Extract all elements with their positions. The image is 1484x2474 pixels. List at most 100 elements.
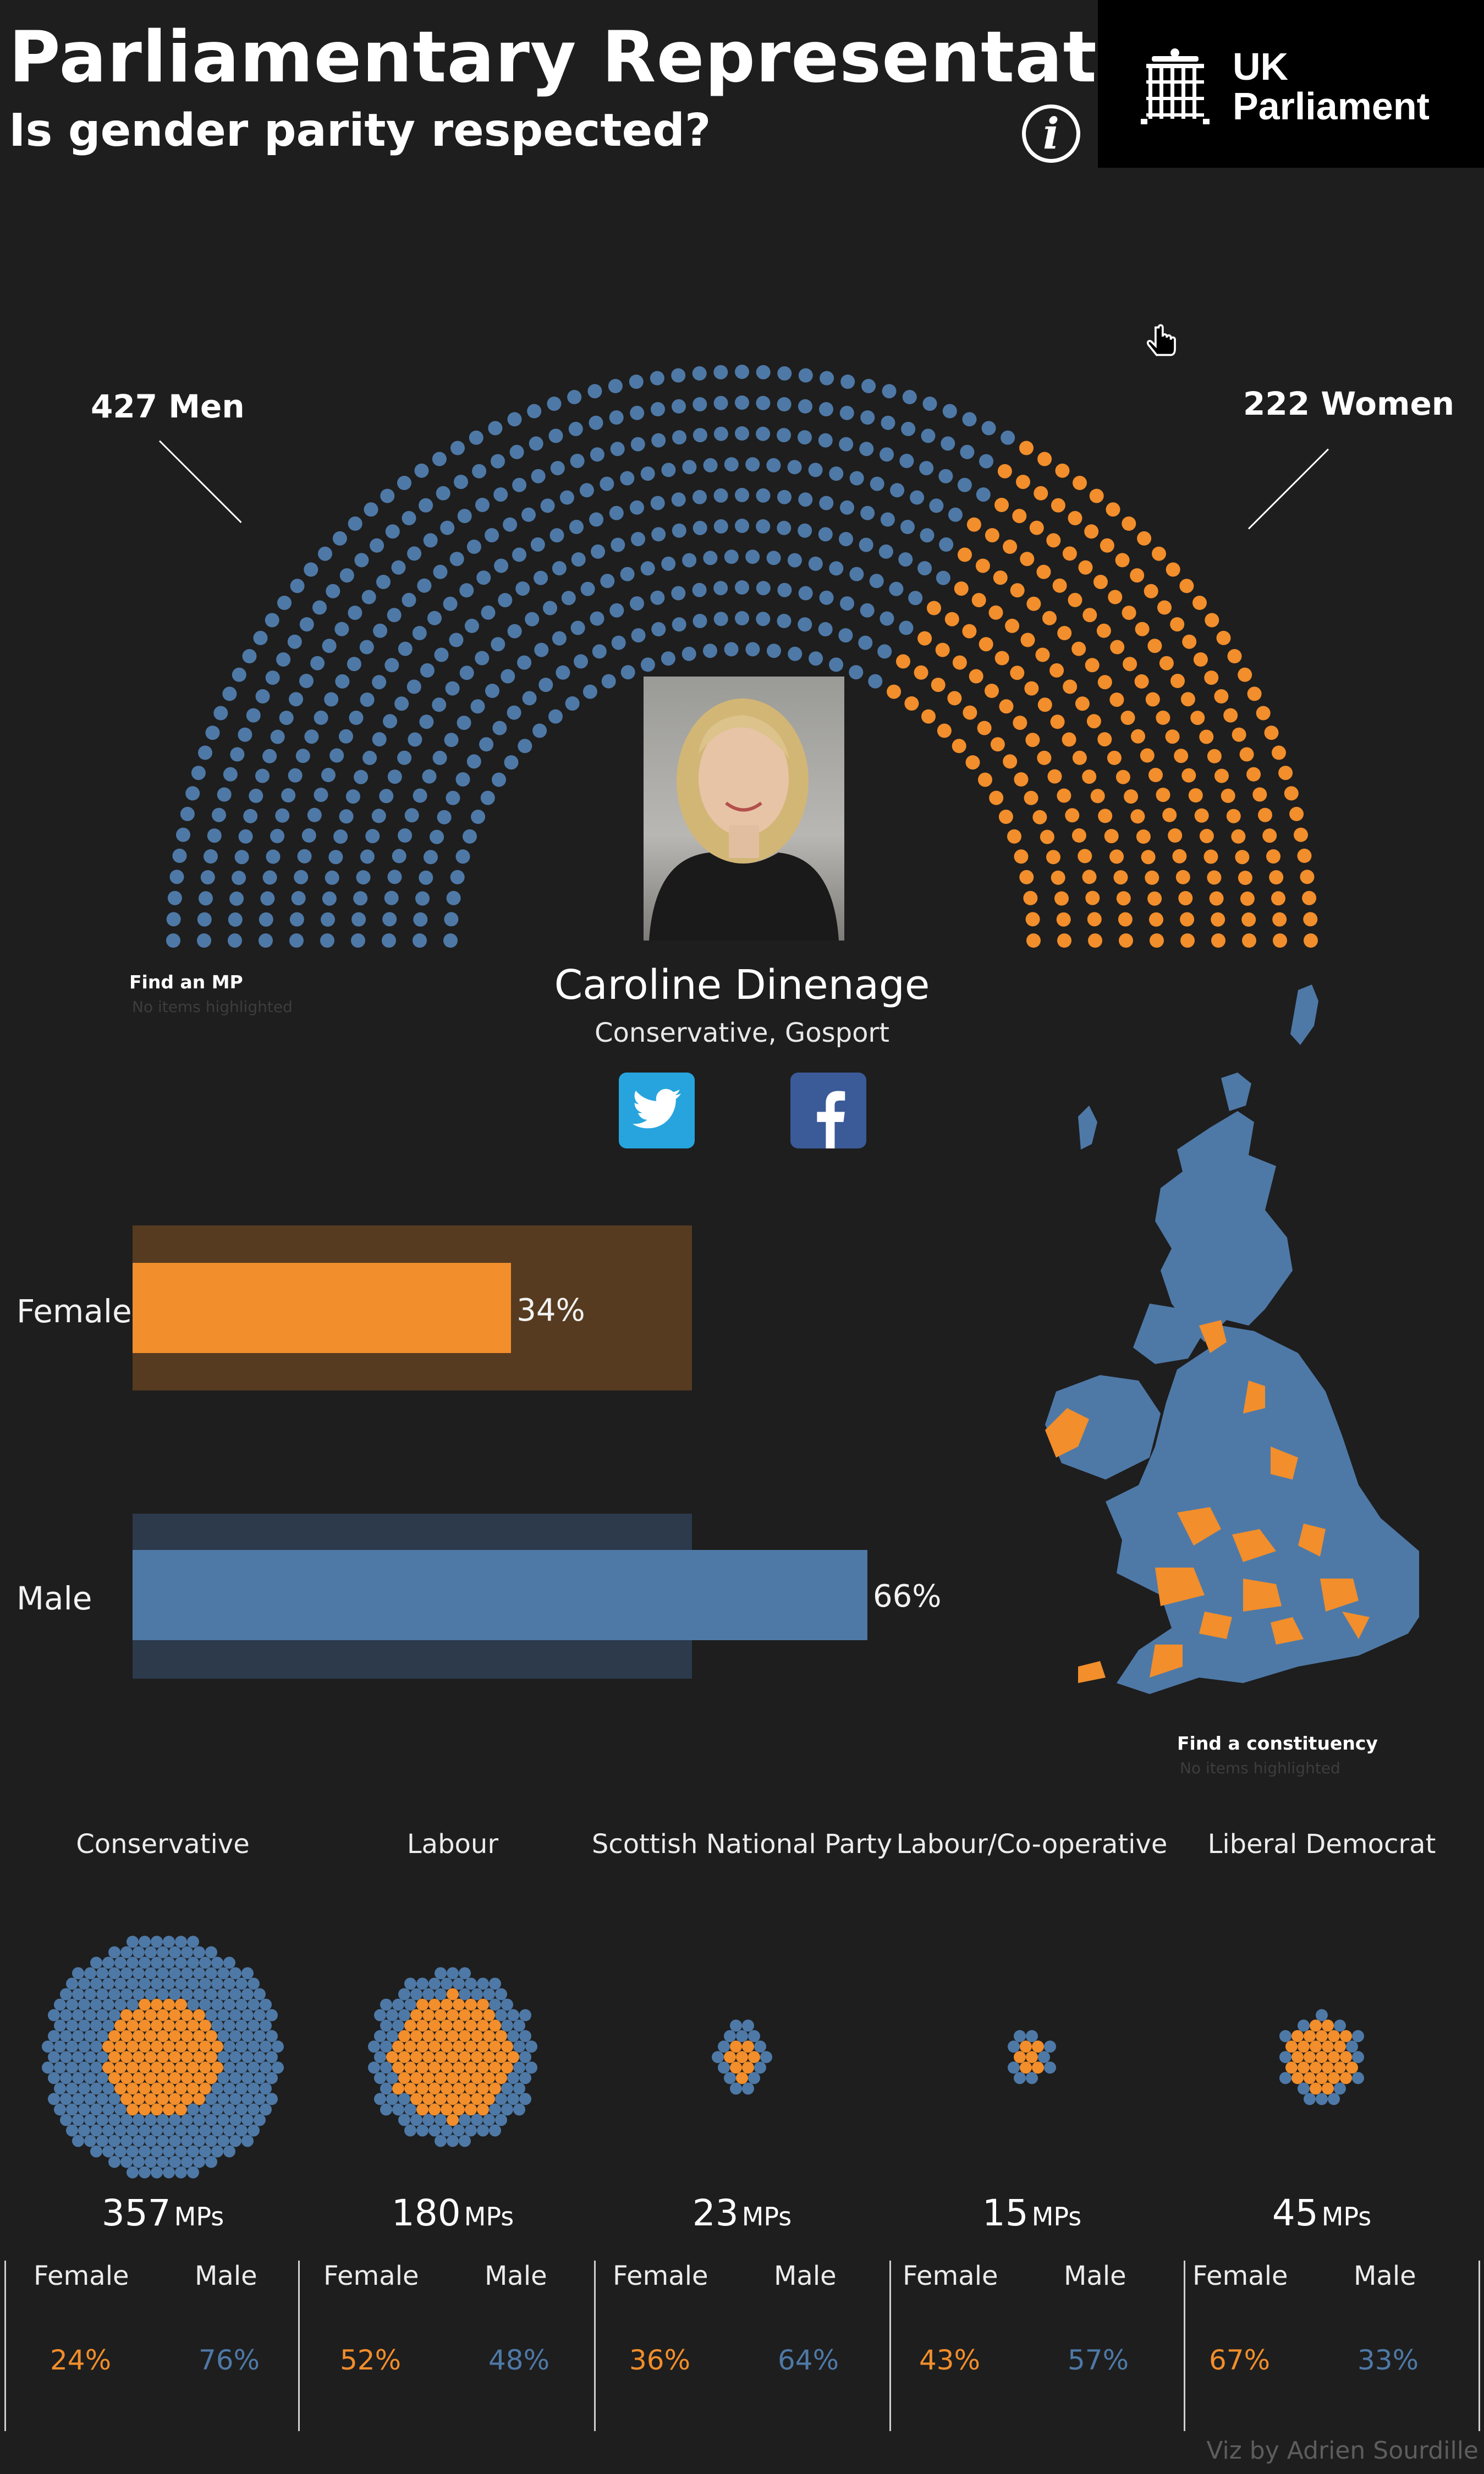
mp-dot-male[interactable] bbox=[127, 1956, 139, 1969]
mp-dot-female[interactable] bbox=[404, 2040, 416, 2053]
mp-dot-male[interactable] bbox=[1346, 2040, 1358, 2053]
seat-man[interactable] bbox=[479, 737, 494, 752]
seat-woman[interactable] bbox=[1166, 562, 1180, 577]
mp-dot-male[interactable] bbox=[435, 2114, 447, 2126]
seat-woman[interactable] bbox=[985, 684, 999, 698]
mp-dot-male[interactable] bbox=[525, 2061, 537, 2074]
seat-woman[interactable] bbox=[1049, 663, 1064, 678]
seat-man[interactable] bbox=[858, 635, 873, 650]
seat-woman[interactable] bbox=[1046, 533, 1061, 548]
mp-dot-male[interactable] bbox=[266, 2030, 278, 2042]
seat-woman[interactable] bbox=[1221, 788, 1235, 803]
seat-woman[interactable] bbox=[1062, 546, 1077, 561]
male-bar[interactable] bbox=[133, 1550, 867, 1640]
mp-dot-female[interactable] bbox=[199, 2082, 211, 2095]
seat-woman[interactable] bbox=[1199, 829, 1214, 843]
seat-man[interactable] bbox=[199, 891, 213, 906]
seat-man[interactable] bbox=[238, 727, 252, 742]
mp-dot-male[interactable] bbox=[96, 2030, 108, 2042]
seat-woman[interactable] bbox=[975, 558, 990, 573]
seat-man[interactable] bbox=[788, 646, 803, 661]
mp-dot-male[interactable] bbox=[60, 2030, 72, 2042]
mp-dot-male[interactable] bbox=[157, 1988, 169, 2000]
seat-woman[interactable] bbox=[1032, 810, 1047, 824]
seat-man[interactable] bbox=[777, 428, 792, 443]
seat-man[interactable] bbox=[877, 644, 892, 659]
seat-woman[interactable] bbox=[993, 570, 1008, 585]
seat-woman[interactable] bbox=[1273, 933, 1287, 948]
seat-woman[interactable] bbox=[1235, 850, 1250, 865]
mp-dot-male[interactable] bbox=[235, 2103, 248, 2116]
mp-dot-male[interactable] bbox=[223, 1998, 235, 2011]
seat-woman[interactable] bbox=[1170, 617, 1185, 632]
seat-woman[interactable] bbox=[1052, 578, 1067, 593]
seat-man[interactable] bbox=[424, 850, 438, 865]
seat-man[interactable] bbox=[556, 665, 570, 680]
seat-man[interactable] bbox=[415, 891, 430, 906]
mp-dot-male[interactable] bbox=[254, 2030, 266, 2042]
mp-dot-male[interactable] bbox=[205, 2009, 217, 2021]
seat-woman[interactable] bbox=[1144, 584, 1158, 598]
mp-dot-female[interactable] bbox=[398, 2051, 410, 2063]
seat-man[interactable] bbox=[262, 870, 277, 885]
mp-dot-male[interactable] bbox=[211, 2103, 223, 2116]
mp-dot-male[interactable] bbox=[229, 2114, 241, 2126]
mp-dot-female[interactable] bbox=[1340, 2072, 1352, 2085]
mp-dot-female[interactable] bbox=[392, 2061, 404, 2074]
mp-dot-male[interactable] bbox=[145, 2114, 157, 2126]
party-cluster[interactable] bbox=[299, 1903, 607, 2211]
mp-dot-male[interactable] bbox=[241, 2009, 254, 2021]
seat-man[interactable] bbox=[880, 447, 894, 462]
seat-man[interactable] bbox=[756, 395, 771, 410]
mp-dot-male[interactable] bbox=[435, 1988, 447, 2000]
seat-man[interactable] bbox=[631, 532, 645, 547]
find-constituency-search[interactable]: No items highlighted bbox=[1180, 1759, 1340, 1777]
mp-dot-male[interactable] bbox=[157, 2114, 169, 2126]
mp-dot-male[interactable] bbox=[60, 2093, 72, 2105]
seat-woman[interactable] bbox=[1003, 540, 1018, 554]
mp-dot-male[interactable] bbox=[187, 1936, 199, 1948]
mp-dot-female[interactable] bbox=[392, 2082, 404, 2095]
mp-dot-female[interactable] bbox=[157, 2072, 169, 2085]
seat-man[interactable] bbox=[222, 686, 237, 701]
mp-dot-male[interactable] bbox=[489, 2103, 501, 2116]
seat-man[interactable] bbox=[889, 581, 904, 596]
mp-dot-female[interactable] bbox=[1322, 2082, 1334, 2095]
seat-man[interactable] bbox=[870, 476, 884, 491]
mp-dot-female[interactable] bbox=[193, 2009, 205, 2021]
mp-dot-male[interactable] bbox=[193, 1967, 205, 1980]
mp-dot-female[interactable] bbox=[181, 2051, 193, 2063]
mp-dot-male[interactable] bbox=[96, 2009, 108, 2021]
mp-dot-female[interactable] bbox=[386, 2051, 398, 2063]
seat-man[interactable] bbox=[259, 912, 273, 927]
mp-dot-male[interactable] bbox=[260, 1998, 272, 2011]
seat-man[interactable] bbox=[427, 611, 442, 625]
seat-woman[interactable] bbox=[990, 737, 1005, 752]
mp-dot-male[interactable] bbox=[102, 1998, 114, 2011]
seat-man[interactable] bbox=[580, 581, 595, 596]
seat-man[interactable] bbox=[650, 496, 665, 510]
mp-dot-male[interactable] bbox=[48, 2051, 60, 2063]
seat-man[interactable] bbox=[661, 651, 675, 666]
party-cluster[interactable] bbox=[878, 1903, 1186, 2211]
mp-dot-female[interactable] bbox=[169, 2009, 181, 2021]
mp-dot-male[interactable] bbox=[1279, 2030, 1291, 2042]
seat-woman[interactable] bbox=[1227, 649, 1242, 663]
seat-man[interactable] bbox=[365, 829, 380, 844]
mp-dot-female[interactable] bbox=[410, 2009, 422, 2021]
seat-man[interactable] bbox=[297, 849, 312, 864]
seat-man[interactable] bbox=[568, 421, 583, 436]
mp-dot-male[interactable] bbox=[145, 2135, 157, 2147]
mp-dot-male[interactable] bbox=[127, 2145, 139, 2158]
seat-woman[interactable] bbox=[1115, 769, 1130, 784]
seat-man[interactable] bbox=[433, 564, 448, 579]
seat-man[interactable] bbox=[517, 655, 532, 670]
mp-dot-female[interactable] bbox=[108, 2051, 120, 2063]
mp-dot-male[interactable] bbox=[513, 2019, 525, 2032]
seat-woman[interactable] bbox=[1019, 441, 1034, 455]
seat-man[interactable] bbox=[640, 561, 655, 576]
seat-woman[interactable] bbox=[969, 669, 983, 684]
mp-dot-male[interactable] bbox=[754, 2061, 766, 2074]
mp-dot-male[interactable] bbox=[260, 2040, 272, 2053]
mp-dot-male[interactable] bbox=[78, 2103, 90, 2116]
